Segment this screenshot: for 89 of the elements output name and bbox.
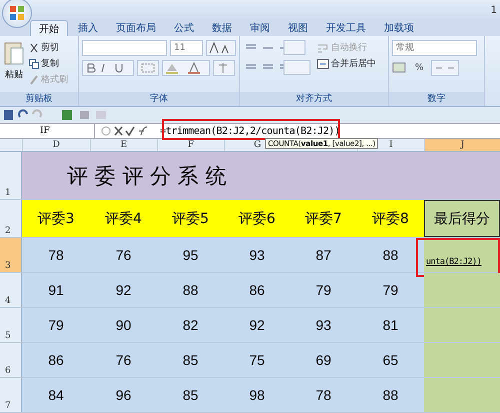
row-header[interactable]: 2 (0, 200, 22, 237)
header-cell-text: 评委3 (36, 210, 76, 228)
merge-center-button[interactable]: 合并后居中 (317, 56, 376, 71)
sheet-title: 评 委 评 分 系 统 (22, 152, 500, 199)
wrap-icon (317, 42, 329, 52)
cut-button[interactable]: 剪切 (29, 40, 68, 55)
column-header[interactable]: G (252, 139, 264, 151)
table-cell-text: 79 (382, 281, 400, 300)
clipboard-icon (3, 40, 25, 66)
table-cell-text: 93 (314, 316, 332, 335)
fill-color-icon (162, 60, 210, 76)
ribbon-tab[interactable]: 页面布局 (108, 20, 164, 36)
formula-buttons-icon[interactable] (101, 125, 149, 137)
alignment-buttons-icon (243, 40, 313, 78)
row-header[interactable]: 7 (0, 378, 22, 412)
number-format-field[interactable]: 常规 (392, 40, 477, 56)
font-name-field[interactable] (82, 40, 167, 56)
group-label: 数字 (389, 92, 484, 106)
table-cell-text: 79 (314, 281, 332, 300)
grow-font-icon (206, 40, 236, 56)
table-cell-text: 86 (47, 351, 65, 370)
group-label: 剪贴板 (0, 92, 78, 106)
table-cell-text: 88 (382, 386, 400, 405)
header-cell: 最后得分 (424, 200, 500, 237)
name-box[interactable]: IF (0, 124, 95, 138)
copy-button[interactable]: 复制 (29, 56, 68, 71)
table-cell-text: 79 (47, 316, 65, 335)
table-cell-text: 78 (47, 246, 65, 265)
table-cell-text: 88 (182, 281, 200, 300)
table-cell-text: 87 (314, 246, 332, 265)
column-header[interactable]: F (186, 139, 196, 151)
cell-formula-text: unta(B2:J2)) (425, 257, 482, 269)
row-header[interactable]: 4 (0, 273, 22, 307)
copy-icon (29, 58, 39, 68)
table-cell-text: 85 (182, 386, 200, 405)
scissors-icon (29, 42, 39, 52)
table-cell-text: 90 (114, 316, 132, 335)
ribbon-tab[interactable]: 开发工具 (318, 20, 374, 36)
table-cell-text: 88 (382, 246, 400, 265)
header-cell-text: 评委4 (104, 210, 143, 228)
table-cell-text: 69 (314, 351, 332, 370)
column-header[interactable]: E (118, 139, 130, 151)
paste-button[interactable]: 粘贴 (3, 40, 25, 92)
table-cell-text: 86 (248, 281, 266, 300)
table-cell-text: 92 (248, 316, 266, 335)
group-label: 字体 (79, 92, 239, 106)
font-style-buttons-icon (82, 60, 134, 76)
merge-icon (317, 58, 329, 68)
ribbon-tab[interactable]: 公式 (166, 20, 202, 36)
table-cell-text: 65 (382, 351, 400, 370)
group-label: 对齐方式 (240, 92, 388, 106)
table-cell-text: 93 (248, 246, 266, 265)
header-cell-text: 评委7 (304, 210, 343, 228)
table-cell-text: 82 (182, 316, 200, 335)
ribbon-tab[interactable]: 加载项 (376, 20, 422, 36)
header-cell-text: 评委8 (371, 210, 410, 228)
page-number: 1 (490, 4, 497, 16)
table-cell-text: 92 (114, 281, 132, 300)
column-header[interactable]: I (387, 139, 395, 151)
column-header[interactable]: J (458, 139, 466, 151)
table-cell-text: 75 (248, 351, 266, 370)
column-header[interactable]: D (50, 139, 62, 151)
table-cell-text: 96 (114, 386, 132, 405)
office-logo-icon (9, 5, 25, 21)
row-header[interactable]: 3 (0, 238, 22, 272)
row-header[interactable]: 6 (0, 343, 22, 377)
ribbon-tab[interactable]: 插入 (70, 20, 106, 36)
table-cell-text: 78 (314, 386, 332, 405)
ribbon-tab[interactable]: 视图 (280, 20, 316, 36)
header-cell-text: 评委5 (171, 210, 210, 228)
percent-button[interactable]: % (411, 63, 428, 73)
table-cell-text: 95 (182, 246, 200, 265)
header-cell-text: 评委6 (238, 210, 276, 228)
table-cell-text: 76 (114, 246, 132, 265)
table-cell-text: 98 (248, 386, 266, 405)
row-header[interactable]: 1 (0, 152, 22, 199)
ribbon-tab[interactable]: 数据 (204, 20, 240, 36)
table-cell-text: 85 (182, 351, 200, 370)
ribbon-tab[interactable]: 审阅 (242, 20, 278, 36)
table-cell-text: 76 (114, 351, 132, 370)
ribbon-tab[interactable]: 开始 (30, 20, 68, 36)
border-icon (137, 60, 159, 76)
office-button[interactable] (2, 0, 32, 28)
font-size-field[interactable]: 11 (170, 40, 203, 56)
brush-icon (29, 74, 39, 84)
table-cell-text: 91 (47, 281, 65, 300)
table-cell-text: 81 (382, 316, 400, 335)
row-header[interactable]: 5 (0, 308, 22, 342)
table-cell-text: 84 (47, 386, 65, 405)
